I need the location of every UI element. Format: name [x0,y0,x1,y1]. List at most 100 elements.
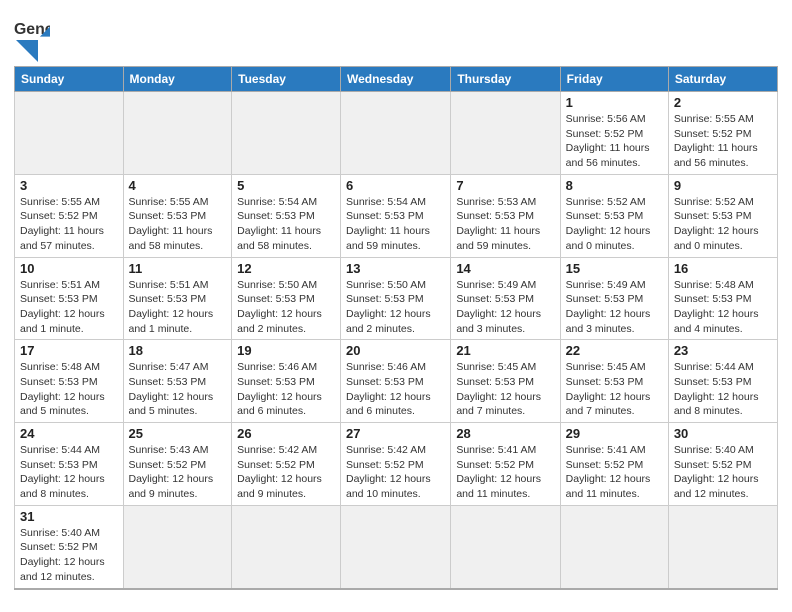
day-info: Sunrise: 5:41 AM Sunset: 5:52 PM Dayligh… [566,443,663,502]
calendar-week-5: 24 Sunrise: 5:44 AM Sunset: 5:53 PM Dayli… [15,423,778,506]
calendar-table: SundayMondayTuesdayWednesdayThursdayFrid… [14,66,778,590]
day-info: Sunrise: 5:52 AM Sunset: 5:53 PM Dayligh… [674,195,772,254]
calendar-cell [451,92,560,175]
day-info: Sunrise: 5:48 AM Sunset: 5:53 PM Dayligh… [20,360,118,419]
day-info: Sunrise: 5:56 AM Sunset: 5:52 PM Dayligh… [566,112,663,171]
day-info: Sunrise: 5:42 AM Sunset: 5:52 PM Dayligh… [237,443,335,502]
day-info: Sunrise: 5:51 AM Sunset: 5:53 PM Dayligh… [20,278,118,337]
day-number: 10 [20,261,118,276]
day-number: 28 [456,426,554,441]
day-number: 17 [20,343,118,358]
calendar-week-1: 1Sunrise: 5:56 AM Sunset: 5:52 PM Daylig… [15,92,778,175]
weekday-header-monday: Monday [123,67,232,92]
calendar-cell: 29 Sunrise: 5:41 AM Sunset: 5:52 PM Dayli… [560,423,668,506]
calendar-cell [15,92,124,175]
calendar-cell: 8Sunrise: 5:52 AM Sunset: 5:53 PM Daylig… [560,174,668,257]
calendar-cell: 27Sunrise: 5:42 AM Sunset: 5:52 PM Dayli… [341,423,451,506]
day-number: 3 [20,178,118,193]
day-info: Sunrise: 5:44 AM Sunset: 5:53 PM Dayligh… [20,443,118,502]
day-number: 4 [129,178,227,193]
day-info: Sunrise: 5:46 AM Sunset: 5:53 PM Dayligh… [237,360,335,419]
logo-triangle-icon [16,40,38,62]
calendar-cell [668,505,777,588]
weekday-header-friday: Friday [560,67,668,92]
calendar-cell [232,92,341,175]
weekday-header-wednesday: Wednesday [341,67,451,92]
calendar-cell [123,505,232,588]
calendar-cell: 1Sunrise: 5:56 AM Sunset: 5:52 PM Daylig… [560,92,668,175]
day-number: 27 [346,426,445,441]
calendar-cell: 11 Sunrise: 5:51 AM Sunset: 5:53 PM Dayli… [123,257,232,340]
weekday-header-row: SundayMondayTuesdayWednesdayThursdayFrid… [15,67,778,92]
calendar-cell: 25Sunrise: 5:43 AM Sunset: 5:52 PM Dayli… [123,423,232,506]
calendar-cell: 30 Sunrise: 5:40 AM Sunset: 5:52 PM Dayli… [668,423,777,506]
calendar-week-4: 17 Sunrise: 5:48 AM Sunset: 5:53 PM Dayli… [15,340,778,423]
day-number: 23 [674,343,772,358]
calendar-cell: 20 Sunrise: 5:46 AM Sunset: 5:53 PM Dayli… [341,340,451,423]
calendar-cell: 16 Sunrise: 5:48 AM Sunset: 5:53 PM Dayli… [668,257,777,340]
calendar-cell: 15 Sunrise: 5:49 AM Sunset: 5:53 PM Dayli… [560,257,668,340]
day-number: 24 [20,426,118,441]
day-number: 13 [346,261,445,276]
calendar-cell [232,505,341,588]
day-number: 26 [237,426,335,441]
calendar-cell: 24 Sunrise: 5:44 AM Sunset: 5:53 PM Dayli… [15,423,124,506]
day-info: Sunrise: 5:40 AM Sunset: 5:52 PM Dayligh… [674,443,772,502]
day-number: 12 [237,261,335,276]
weekday-header-tuesday: Tuesday [232,67,341,92]
day-info: Sunrise: 5:46 AM Sunset: 5:53 PM Dayligh… [346,360,445,419]
calendar-cell: 22 Sunrise: 5:45 AM Sunset: 5:53 PM Dayli… [560,340,668,423]
calendar-cell: 19 Sunrise: 5:46 AM Sunset: 5:53 PM Dayli… [232,340,341,423]
calendar-cell [560,505,668,588]
day-number: 19 [237,343,335,358]
day-info: Sunrise: 5:54 AM Sunset: 5:53 PM Dayligh… [237,195,335,254]
day-info: Sunrise: 5:45 AM Sunset: 5:53 PM Dayligh… [456,360,554,419]
page-header: General [14,10,778,62]
calendar-cell [341,505,451,588]
calendar-week-2: 3 Sunrise: 5:55 AM Sunset: 5:52 PM Daylig… [15,174,778,257]
day-number: 21 [456,343,554,358]
calendar-cell [451,505,560,588]
day-number: 15 [566,261,663,276]
calendar-cell: 4 Sunrise: 5:55 AM Sunset: 5:53 PM Daylig… [123,174,232,257]
calendar-cell: 26 Sunrise: 5:42 AM Sunset: 5:52 PM Dayli… [232,423,341,506]
calendar-cell: 12Sunrise: 5:50 AM Sunset: 5:53 PM Dayli… [232,257,341,340]
day-info: Sunrise: 5:45 AM Sunset: 5:53 PM Dayligh… [566,360,663,419]
day-number: 31 [20,509,118,524]
calendar-cell: 14 Sunrise: 5:49 AM Sunset: 5:53 PM Dayli… [451,257,560,340]
day-info: Sunrise: 5:55 AM Sunset: 5:53 PM Dayligh… [129,195,227,254]
calendar-cell: 17 Sunrise: 5:48 AM Sunset: 5:53 PM Dayli… [15,340,124,423]
day-number: 30 [674,426,772,441]
weekday-header-saturday: Saturday [668,67,777,92]
day-info: Sunrise: 5:50 AM Sunset: 5:53 PM Dayligh… [346,278,445,337]
day-number: 11 [129,261,227,276]
calendar-cell: 9Sunrise: 5:52 AM Sunset: 5:53 PM Daylig… [668,174,777,257]
calendar-week-6: 31 Sunrise: 5:40 AM Sunset: 5:52 PM Dayli… [15,505,778,588]
weekday-header-sunday: Sunday [15,67,124,92]
calendar-cell: 10 Sunrise: 5:51 AM Sunset: 5:53 PM Dayli… [15,257,124,340]
day-info: Sunrise: 5:53 AM Sunset: 5:53 PM Dayligh… [456,195,554,254]
calendar-cell: 2Sunrise: 5:55 AM Sunset: 5:52 PM Daylig… [668,92,777,175]
day-number: 2 [674,95,772,110]
day-info: Sunrise: 5:55 AM Sunset: 5:52 PM Dayligh… [20,195,118,254]
day-number: 22 [566,343,663,358]
calendar-cell [341,92,451,175]
day-info: Sunrise: 5:41 AM Sunset: 5:52 PM Dayligh… [456,443,554,502]
calendar-cell: 23Sunrise: 5:44 AM Sunset: 5:53 PM Dayli… [668,340,777,423]
day-number: 5 [237,178,335,193]
day-info: Sunrise: 5:40 AM Sunset: 5:52 PM Dayligh… [20,526,118,585]
calendar-cell: 7Sunrise: 5:53 AM Sunset: 5:53 PM Daylig… [451,174,560,257]
calendar-cell: 31 Sunrise: 5:40 AM Sunset: 5:52 PM Dayli… [15,505,124,588]
day-number: 8 [566,178,663,193]
day-number: 18 [129,343,227,358]
day-info: Sunrise: 5:49 AM Sunset: 5:53 PM Dayligh… [456,278,554,337]
day-number: 29 [566,426,663,441]
day-number: 20 [346,343,445,358]
day-number: 14 [456,261,554,276]
day-number: 16 [674,261,772,276]
day-info: Sunrise: 5:51 AM Sunset: 5:53 PM Dayligh… [129,278,227,337]
day-info: Sunrise: 5:49 AM Sunset: 5:53 PM Dayligh… [566,278,663,337]
day-info: Sunrise: 5:48 AM Sunset: 5:53 PM Dayligh… [674,278,772,337]
calendar-cell: 6Sunrise: 5:54 AM Sunset: 5:53 PM Daylig… [341,174,451,257]
calendar-cell: 3 Sunrise: 5:55 AM Sunset: 5:52 PM Daylig… [15,174,124,257]
